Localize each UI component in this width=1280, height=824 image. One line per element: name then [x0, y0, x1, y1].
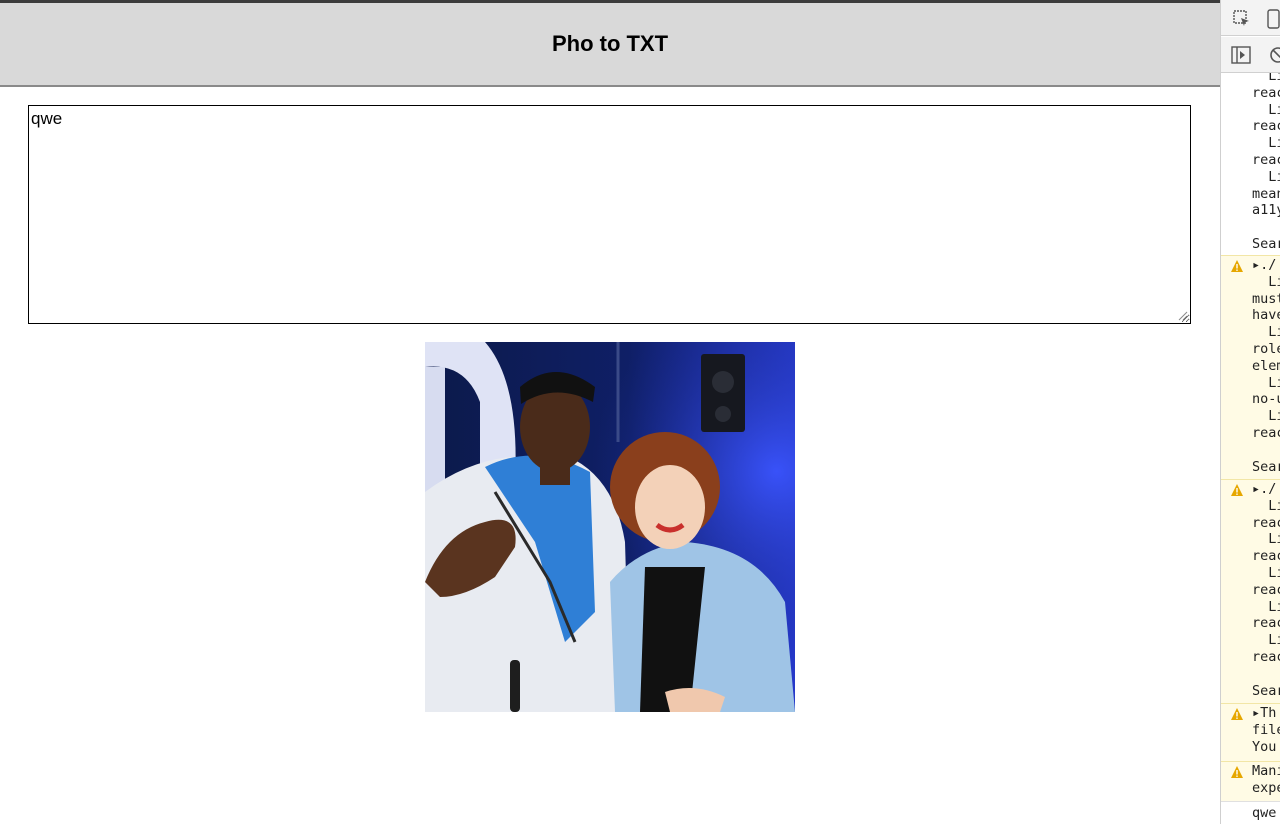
- console-line: Li: [1268, 101, 1280, 118]
- console-line: Li: [1268, 73, 1280, 84]
- console-line: Li: [1268, 565, 1280, 581]
- device-toolbar-icon[interactable]: [1267, 9, 1280, 29]
- console-line: Sear: [1252, 458, 1280, 475]
- console-log-block: Lireac Lireac Lireac Limeana11ySear: [1221, 73, 1280, 255]
- console-warning-4[interactable]: Maniexpe: [1221, 761, 1280, 801]
- console-line: You: [1252, 738, 1277, 755]
- console-line: Li: [1268, 324, 1280, 341]
- text-output-area[interactable]: qwe: [28, 105, 1191, 324]
- console-line: ▸./: [1252, 481, 1277, 497]
- console-line: reac: [1252, 514, 1280, 531]
- sidebar-toggle-icon[interactable]: [1231, 46, 1251, 64]
- console-line: Li: [1268, 135, 1280, 152]
- console-line: reac: [1252, 118, 1280, 135]
- console-line: reac: [1252, 581, 1280, 598]
- warning-icon: [1231, 484, 1243, 496]
- console-line: reac: [1252, 615, 1280, 632]
- console-line: ▸./: [1252, 257, 1277, 273]
- console-line: Li: [1268, 598, 1280, 615]
- console-line: file: [1252, 721, 1280, 738]
- console-line: reac: [1252, 425, 1280, 441]
- console-toolbar: [1221, 37, 1280, 73]
- console-line: Li: [1268, 273, 1280, 290]
- console-line: reac: [1252, 152, 1280, 168]
- console-warning-3[interactable]: ▸ThfileYou: [1221, 703, 1280, 761]
- console-line: Sear: [1252, 236, 1280, 252]
- uploaded-photo: [425, 342, 795, 712]
- console-line: ▸Th: [1252, 705, 1277, 721]
- console-line: Sear: [1252, 682, 1280, 699]
- console-line: role: [1252, 341, 1280, 357]
- console-line: expe: [1252, 779, 1280, 796]
- console-log-output: qwe: [1221, 801, 1280, 824]
- app-header: Pho to TXT: [0, 3, 1220, 87]
- text-output-value: qwe: [31, 109, 63, 128]
- console-line: Li: [1268, 168, 1280, 185]
- console-line: Li: [1268, 374, 1280, 391]
- console-warning-1[interactable]: ▸./ Limusthave Liroleelem Lino-u LireacS…: [1221, 255, 1280, 479]
- devtools-panel: Lireac Lireac Lireac Limeana11ySear ▸./ …: [1220, 0, 1280, 824]
- console-line: reac: [1252, 84, 1280, 101]
- warning-icon: [1231, 260, 1243, 272]
- clear-console-icon[interactable]: [1269, 46, 1280, 64]
- console-line: reac: [1252, 649, 1280, 665]
- console-line: Li: [1268, 408, 1280, 425]
- console-line: no-u: [1252, 391, 1280, 408]
- resize-handle-icon[interactable]: [1178, 311, 1188, 321]
- console-line: have: [1252, 307, 1280, 324]
- warning-icon: [1231, 766, 1243, 778]
- inspect-element-icon[interactable]: [1233, 10, 1251, 28]
- console-line: mean: [1252, 185, 1280, 202]
- console-line: Li: [1268, 531, 1280, 548]
- warning-icon: [1231, 708, 1243, 720]
- app-window: Pho to TXT qwe: [0, 0, 1220, 824]
- console-log-text: qwe: [1252, 805, 1277, 821]
- console-line: reac: [1252, 548, 1280, 565]
- console-line: must: [1252, 290, 1280, 307]
- console-warning-2[interactable]: ▸./ Lireac Lireac Lireac Lireac LireacSe…: [1221, 479, 1280, 703]
- console-line: a11y: [1252, 202, 1280, 219]
- console-line: Li: [1268, 632, 1280, 649]
- console-line: Mani: [1252, 763, 1280, 779]
- console-line: Li: [1268, 497, 1280, 514]
- console-line: elem: [1252, 357, 1280, 374]
- devtools-top-toolbar: [1221, 0, 1280, 36]
- page-title: Pho to TXT: [551, 31, 669, 56]
